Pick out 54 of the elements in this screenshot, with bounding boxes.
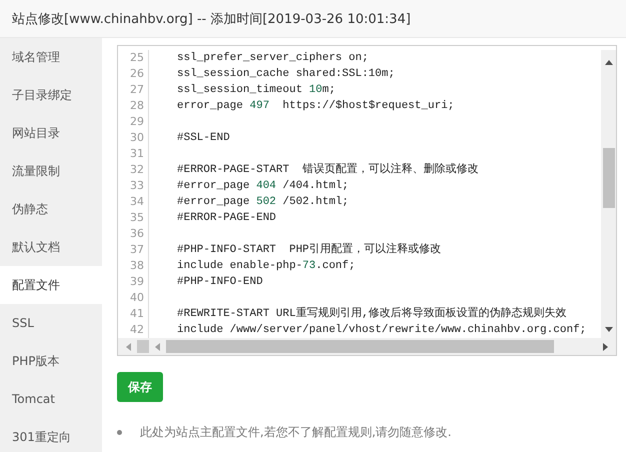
line-number: 28 [129, 98, 145, 114]
line-number: 41 [129, 306, 145, 322]
sidebar-item[interactable]: 流量限制 [0, 152, 102, 190]
line-number: 26 [129, 66, 145, 82]
code-line: error_page 497 https://$host$request_uri; [177, 100, 454, 112]
scroll-left-icon[interactable] [155, 342, 160, 350]
code-line: #SSL-END [177, 132, 230, 144]
code-line: #REWRITE-START URL重写规则引用,修改后将导致面板设置的伪静态规则失效 [177, 308, 566, 320]
code-line: #error_page 502 /502.html; [177, 196, 349, 208]
line-number: 31 [129, 146, 145, 162]
code-line: #ERROR-PAGE-START 错误页配置，可以注释、删除或修改 [177, 164, 478, 176]
scroll-up-icon[interactable] [605, 60, 613, 65]
scroll-left-icon[interactable] [126, 342, 131, 350]
code-line: ssl_session_cache shared:SSL:10m; [177, 68, 395, 80]
sidebar-item[interactable]: 301重定向 [0, 418, 102, 452]
scrollbar-button[interactable] [137, 340, 149, 353]
sidebar-item[interactable]: PHP版本 [0, 342, 102, 380]
scroll-right-icon[interactable] [603, 342, 608, 350]
code-line: #PHP-INFO-END [177, 276, 263, 288]
window-title: 站点修改[www.chinahbv.org] -- 添加时间[2019-03-26 10:01:34] [12, 10, 411, 28]
note-text: 此处为站点主配置文件,若您不了解配置规则,请勿随意修改. [140, 424, 452, 441]
code-line: #PHP-INFO-START PHP引用配置，可以注释或修改 [177, 244, 442, 256]
sidebar-item[interactable]: 默认文档 [0, 228, 102, 266]
line-number: 39 [129, 274, 145, 290]
sidebar-item[interactable]: Tomcat [0, 380, 102, 418]
bullet-icon [117, 430, 122, 435]
sidebar-item[interactable]: 域名管理 [0, 38, 102, 76]
line-number: 36 [129, 226, 145, 242]
line-number: 42 [129, 322, 145, 338]
line-number: 30 [129, 130, 145, 146]
sidebar-item[interactable]: 网站目录 [0, 114, 102, 152]
line-number: 37 [129, 242, 145, 258]
code-line: include enable-php-73.conf; [177, 260, 356, 272]
code-line: ssl_session_timeout 10m; [177, 84, 336, 96]
scrollbar-thumb[interactable] [603, 148, 615, 208]
sidebar-item[interactable]: 子目录绑定 [0, 76, 102, 114]
line-number: 40 [129, 290, 145, 306]
sidebar-item[interactable]: 配置文件 [0, 266, 102, 304]
code-line: ssl_prefer_server_ciphers on; [177, 52, 368, 64]
scrollbar-thumb[interactable] [166, 340, 554, 353]
line-number: 38 [129, 258, 145, 274]
line-number: 34 [129, 194, 145, 210]
code-line: #ERROR-PAGE-END [177, 212, 276, 224]
code-line: #error_page 404 /404.html; [177, 180, 349, 192]
line-number: 27 [129, 82, 145, 98]
sidebar-item[interactable]: 伪静态 [0, 190, 102, 228]
scroll-down-icon[interactable] [605, 327, 613, 332]
line-number: 32 [129, 162, 145, 178]
code-line: include /www/server/panel/vhost/rewrite/www.chinahbv.org.conf; [177, 324, 586, 336]
line-number: 35 [129, 210, 145, 226]
sidebar-item[interactable]: SSL [0, 304, 102, 342]
line-number: 25 [129, 50, 145, 66]
line-number: 29 [129, 114, 145, 130]
line-number: 33 [129, 178, 145, 194]
